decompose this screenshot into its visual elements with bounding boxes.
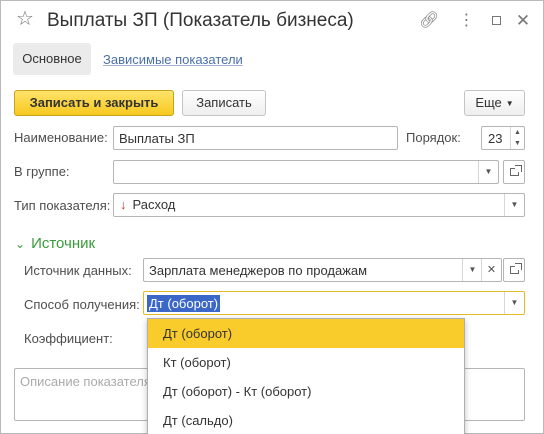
section-title: Источник bbox=[31, 235, 96, 252]
save-and-close-button[interactable]: Записать и закрыть bbox=[14, 90, 174, 116]
link-icon[interactable]: 🔗︎ bbox=[419, 11, 439, 31]
order-label: Порядок: bbox=[406, 130, 461, 145]
more-icon[interactable]: ⋮ bbox=[456, 11, 476, 31]
order-value: 23 bbox=[488, 131, 503, 146]
source-dropdown-button[interactable]: ▼ bbox=[462, 259, 482, 281]
source-value: Зарплата менеджеров по продажам bbox=[149, 263, 368, 278]
method-field[interactable]: Дт (оборот) ▼ bbox=[143, 291, 525, 315]
more-button-label: Еще bbox=[475, 95, 502, 110]
chevron-down-icon: ▼ bbox=[468, 265, 477, 274]
name-label: Наименование: bbox=[14, 130, 108, 145]
source-open-button[interactable] bbox=[503, 258, 525, 282]
open-icon bbox=[509, 263, 522, 274]
save-button[interactable]: Записать bbox=[182, 90, 266, 116]
method-dropdown-button[interactable]: ▼ bbox=[504, 292, 524, 314]
chevron-down-icon: ▼ bbox=[505, 99, 514, 108]
type-label: Тип показателя: bbox=[14, 198, 111, 213]
group-field[interactable]: ▼ bbox=[113, 160, 499, 184]
order-stepper[interactable]: ▲ ▼ bbox=[510, 127, 524, 149]
chevron-down-icon: ▼ bbox=[510, 200, 519, 209]
type-value: Расход bbox=[132, 197, 176, 212]
clear-icon: ✕ bbox=[486, 264, 497, 276]
title-bar: ☆ Выплаты ЗП (Показатель бизнеса) 🔗︎ ⋮ ✕ bbox=[1, 1, 543, 41]
expense-arrow-icon: ↓ bbox=[120, 197, 127, 212]
method-label: Способ получения: bbox=[24, 297, 140, 312]
window-title: Выплаты ЗП (Показатель бизнеса) bbox=[47, 10, 354, 31]
group-dropdown-button[interactable]: ▼ bbox=[478, 161, 498, 183]
chevron-down-icon: ▼ bbox=[510, 298, 519, 307]
type-value-wrap: ↓ Расход bbox=[120, 197, 175, 212]
stepper-up-icon[interactable]: ▲ bbox=[511, 127, 524, 138]
star-icon[interactable]: ☆ bbox=[16, 9, 34, 29]
name-value: Выплаты ЗП bbox=[119, 131, 195, 146]
section-source[interactable]: ⌄ Источник bbox=[15, 235, 95, 252]
more-button[interactable]: Еще ▼ bbox=[464, 90, 525, 116]
type-field[interactable]: ↓ Расход ▼ bbox=[113, 193, 525, 217]
type-dropdown-button[interactable]: ▼ bbox=[504, 194, 524, 216]
group-label: В группе: bbox=[14, 164, 70, 179]
group-open-button[interactable] bbox=[503, 160, 525, 184]
method-dropdown-list: Дт (оборот) Кт (оборот) Дт (оборот) - Кт… bbox=[147, 318, 465, 434]
list-item[interactable]: Кт (оборот) bbox=[148, 348, 464, 377]
coef-label: Коэффициент: bbox=[24, 331, 113, 346]
stepper-down-icon[interactable]: ▼ bbox=[511, 138, 524, 149]
source-field[interactable]: Зарплата менеджеров по продажам ▼ ✕ bbox=[143, 258, 502, 282]
source-label: Источник данных: bbox=[24, 263, 132, 278]
order-field[interactable]: 23 ▲ ▼ bbox=[481, 126, 525, 150]
tab-main[interactable]: Основное bbox=[13, 43, 91, 75]
chevron-down-icon: ▼ bbox=[484, 167, 493, 176]
close-icon[interactable]: ✕ bbox=[513, 11, 533, 31]
chevron-down-icon: ⌄ bbox=[15, 237, 26, 251]
name-field[interactable]: Выплаты ЗП bbox=[113, 126, 398, 150]
maximize-icon[interactable] bbox=[486, 11, 506, 31]
description-placeholder: Описание показателя bbox=[20, 374, 151, 389]
open-icon bbox=[509, 165, 522, 176]
list-item[interactable]: Дт (оборот) - Кт (оборот) bbox=[148, 377, 464, 406]
method-value: Дт (оборот) bbox=[147, 295, 221, 312]
list-item[interactable]: Дт (оборот) bbox=[148, 319, 464, 348]
form-window: ☆ Выплаты ЗП (Показатель бизнеса) 🔗︎ ⋮ ✕… bbox=[0, 0, 544, 434]
source-clear-button[interactable]: ✕ bbox=[481, 259, 501, 281]
tab-dependent-indicators[interactable]: Зависимые показатели bbox=[103, 52, 243, 67]
list-item[interactable]: Дт (сальдо) bbox=[148, 406, 464, 434]
